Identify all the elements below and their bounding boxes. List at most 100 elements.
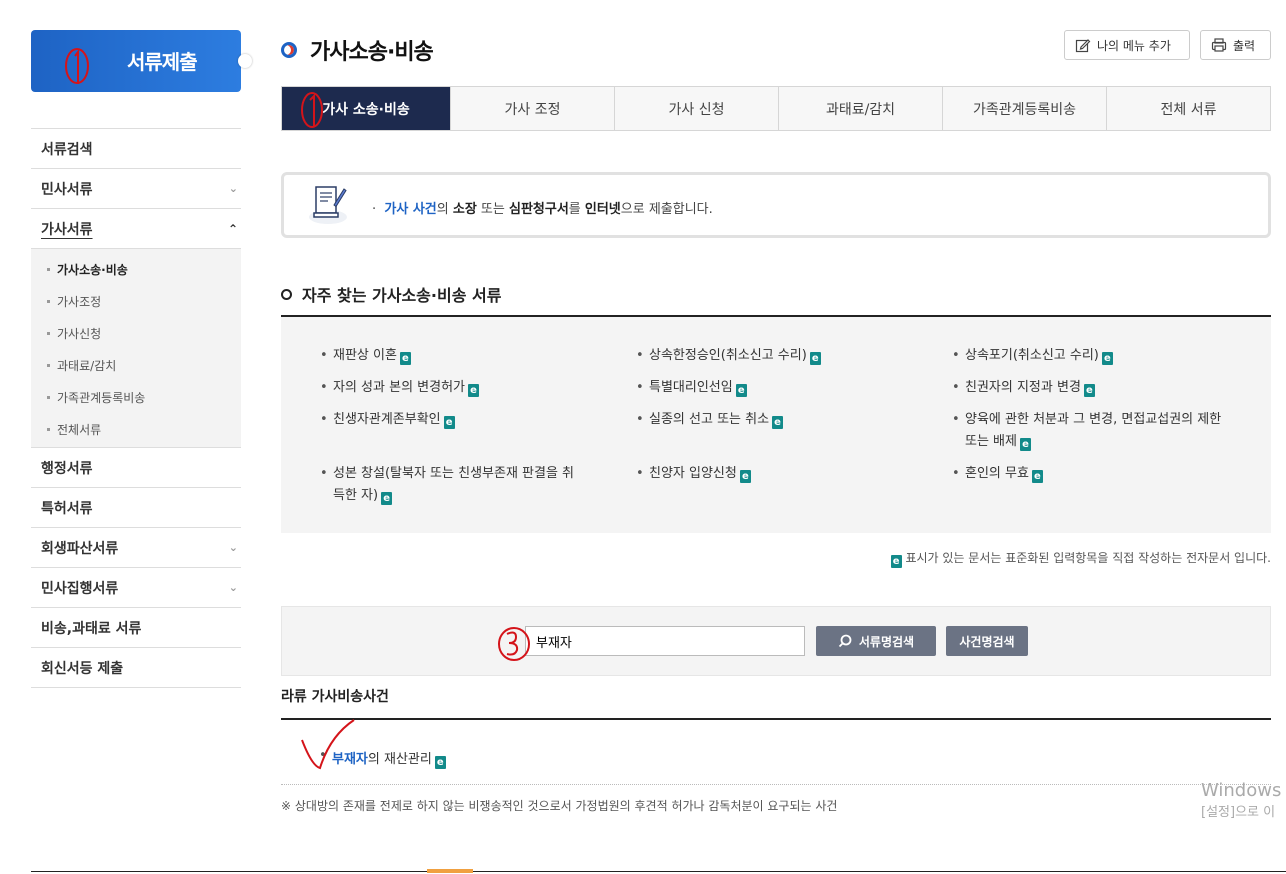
e-document-icon: e: [399, 352, 411, 365]
sidebar-item-patent[interactable]: 특허서류: [31, 488, 241, 528]
sidebar-item-non-contentious[interactable]: 비송,과태료 서류: [31, 608, 241, 648]
section-heading: 자주 찾는 가사소송·비송 서류: [281, 282, 501, 306]
chevron-up-icon: ⌃: [227, 221, 238, 236]
e-document-icon: e: [809, 352, 821, 365]
sidebar-menu: 서류검색 민사서류 ⌄ 가사서류 ⌃ 가사소송·비송 가사조정 가사신청 과태료…: [31, 128, 241, 688]
sidebar-item-document-search[interactable]: 서류검색: [31, 129, 241, 169]
document-link[interactable]: 혼인의 무효e: [952, 463, 1235, 485]
document-link[interactable]: 친생자관계존부확인e: [320, 409, 603, 431]
sidebar-item-civil[interactable]: 민사서류 ⌄: [31, 169, 241, 209]
e-document-icon: e: [443, 416, 455, 429]
submenu-label: 가사소송·비송: [57, 262, 128, 277]
info-box: · 가사 사건의 소장 또는 심판청구서를 인터넷으로 제출합니다.: [281, 172, 1271, 238]
tab-family-application[interactable]: 가사 신청: [615, 87, 779, 130]
bullet-icon: [47, 331, 50, 335]
document-link[interactable]: 양육에 관한 처분과 그 변경, 면접교섭권의 제한 또는 배제e: [952, 409, 1227, 453]
e-document-icon: e: [468, 384, 479, 397]
frequent-documents-list: 재판상 이혼e 상속한정승인(취소신고 수리)e 상속포기(취소신고 수리)e …: [281, 315, 1271, 533]
category-tabs: 가사 소송·비송 가사 조정 가사 신청 과태료/감치 가족관계등록비송 전체 …: [281, 86, 1271, 131]
search-icon: [838, 634, 852, 648]
tab-label: 가사 신청: [668, 101, 725, 118]
watermark-title: Windows: [1201, 780, 1282, 801]
section-title: 자주 찾는 가사소송·비송 서류: [302, 286, 502, 305]
submenu-item-fine[interactable]: 과태료/감치: [31, 349, 241, 381]
e-document-icon: e: [1031, 470, 1043, 483]
e-document-icon: e: [1019, 438, 1031, 451]
document-link[interactable]: 자의 성과 본의 변경허가e: [320, 377, 603, 399]
submenu-item-family-registry[interactable]: 가족관계등록비송: [31, 381, 241, 413]
tab-all-documents[interactable]: 전체 서류: [1107, 87, 1270, 130]
bullet-icon: [47, 395, 50, 399]
e-document-icon: e: [434, 756, 446, 769]
submenu-label: 가사신청: [57, 326, 102, 341]
document-link[interactable]: 상속한정승인(취소신고 수리)e: [636, 345, 919, 367]
results-heading: 라류 가사비송사건: [281, 689, 389, 705]
collapse-sidebar-icon[interactable]: [238, 54, 252, 68]
info-text: · 가사 사건의 소장 또는 심판청구서를 인터넷으로 제출합니다.: [372, 202, 713, 217]
add-my-menu-button[interactable]: 나의 메뉴 추가: [1064, 30, 1190, 60]
submenu-label: 가족관계등록비송: [57, 390, 146, 405]
sidebar-item-administrative[interactable]: 행정서류: [31, 448, 241, 488]
sidebar-item-family[interactable]: 가사서류 ⌃: [31, 209, 241, 249]
e-document-icon: e: [772, 416, 784, 429]
bullet-icon: [47, 363, 50, 367]
sidebar-item-bankruptcy[interactable]: 회생파산서류 ⌄: [31, 528, 241, 568]
document-pen-icon: [309, 186, 347, 224]
submenu-item-family-application[interactable]: 가사신청: [31, 317, 241, 349]
document-link[interactable]: 친권자의 지정과 변경e: [952, 377, 1235, 399]
search-panel: 서류명검색 사건명검색: [281, 606, 1271, 676]
sidebar-item-label: 특허서류: [41, 500, 93, 517]
add-my-menu-label: 나의 메뉴 추가: [1097, 38, 1171, 53]
sidebar-item-label: 민사서류: [41, 181, 93, 198]
sidebar-item-label: 행정서류: [41, 460, 93, 477]
page-header: 가사소송·비송: [281, 34, 434, 66]
submenu-label: 전체서류: [57, 422, 102, 437]
e-document-icon: e: [739, 470, 751, 483]
chevron-down-icon: ⌄: [228, 182, 238, 195]
tab-family-mediation[interactable]: 가사 조정: [451, 87, 615, 130]
sidebar-item-label: 가사서류: [41, 221, 93, 238]
document-link[interactable]: 성본 창설(탈북자 또는 친생부존재 판결을 취득한 자)e: [320, 463, 583, 507]
sidebar-header: 서류제출: [31, 30, 252, 92]
tab-family-registry[interactable]: 가족관계등록비송: [943, 87, 1107, 130]
sidebar-item-label: 회생파산서류: [41, 540, 119, 557]
ring-bullet-icon: [281, 288, 292, 300]
sidebar-item-label: 회신서등 제출: [41, 660, 124, 677]
button-label: 사건명검색: [959, 634, 1015, 649]
button-label: 서류명검색: [858, 634, 915, 649]
case-name-search-button[interactable]: 사건명검색: [946, 626, 1028, 656]
document-link[interactable]: 상속포기(취소신고 수리)e: [952, 345, 1235, 367]
submenu-item-family-mediation[interactable]: 가사조정: [31, 285, 241, 317]
result-document-link[interactable]: 부재자의 재산관리e: [319, 748, 446, 769]
submenu-label: 과태료/감치: [57, 358, 117, 373]
bullet-icon: [47, 427, 50, 431]
document-link[interactable]: 친양자 입양신청e: [636, 463, 919, 485]
result-highlight: 부재자: [332, 752, 368, 767]
print-icon: [1211, 38, 1227, 52]
submenu-item-family-litigation[interactable]: 가사소송·비송: [31, 253, 241, 285]
tab-label: 가족관계등록비송: [972, 101, 1077, 118]
sidebar-submenu: 가사소송·비송 가사조정 가사신청 과태료/감치 가족관계등록비송 전체서류: [31, 249, 241, 448]
document-name-search-button[interactable]: 서류명검색: [816, 626, 936, 656]
document-link[interactable]: 실종의 선고 또는 취소e: [636, 409, 919, 431]
e-document-icon: e: [1101, 352, 1113, 365]
page-title: 가사소송·비송: [310, 40, 434, 65]
sidebar-item-civil-execution[interactable]: 민사집행서류 ⌄: [31, 568, 241, 608]
e-document-icon: e: [735, 384, 747, 397]
bullet-icon: [47, 267, 50, 271]
print-button[interactable]: 출력: [1200, 30, 1271, 60]
sidebar-header-title: 서류제출: [127, 50, 198, 74]
sidebar-item-reply-submission[interactable]: 회신서등 제출: [31, 648, 241, 688]
chevron-down-icon: ⌄: [228, 541, 238, 554]
tab-family-litigation[interactable]: 가사 소송·비송: [282, 87, 451, 130]
document-link[interactable]: 특별대리인선임e: [636, 377, 919, 399]
sidebar-item-label: 서류검색: [41, 141, 93, 158]
print-label: 출력: [1233, 38, 1256, 53]
footnote: ※ 상대방의 존재를 전제로 하지 않는 비쟁송적인 것으로서 가정법원의 후견…: [281, 799, 838, 813]
submenu-label: 가사조정: [57, 294, 102, 309]
bullet-icon: [47, 299, 50, 303]
document-link[interactable]: 재판상 이혼e: [320, 345, 603, 367]
tab-fine[interactable]: 과태료/감치: [779, 87, 943, 130]
submenu-item-all-documents[interactable]: 전체서류: [31, 413, 241, 445]
search-input[interactable]: [525, 626, 805, 656]
